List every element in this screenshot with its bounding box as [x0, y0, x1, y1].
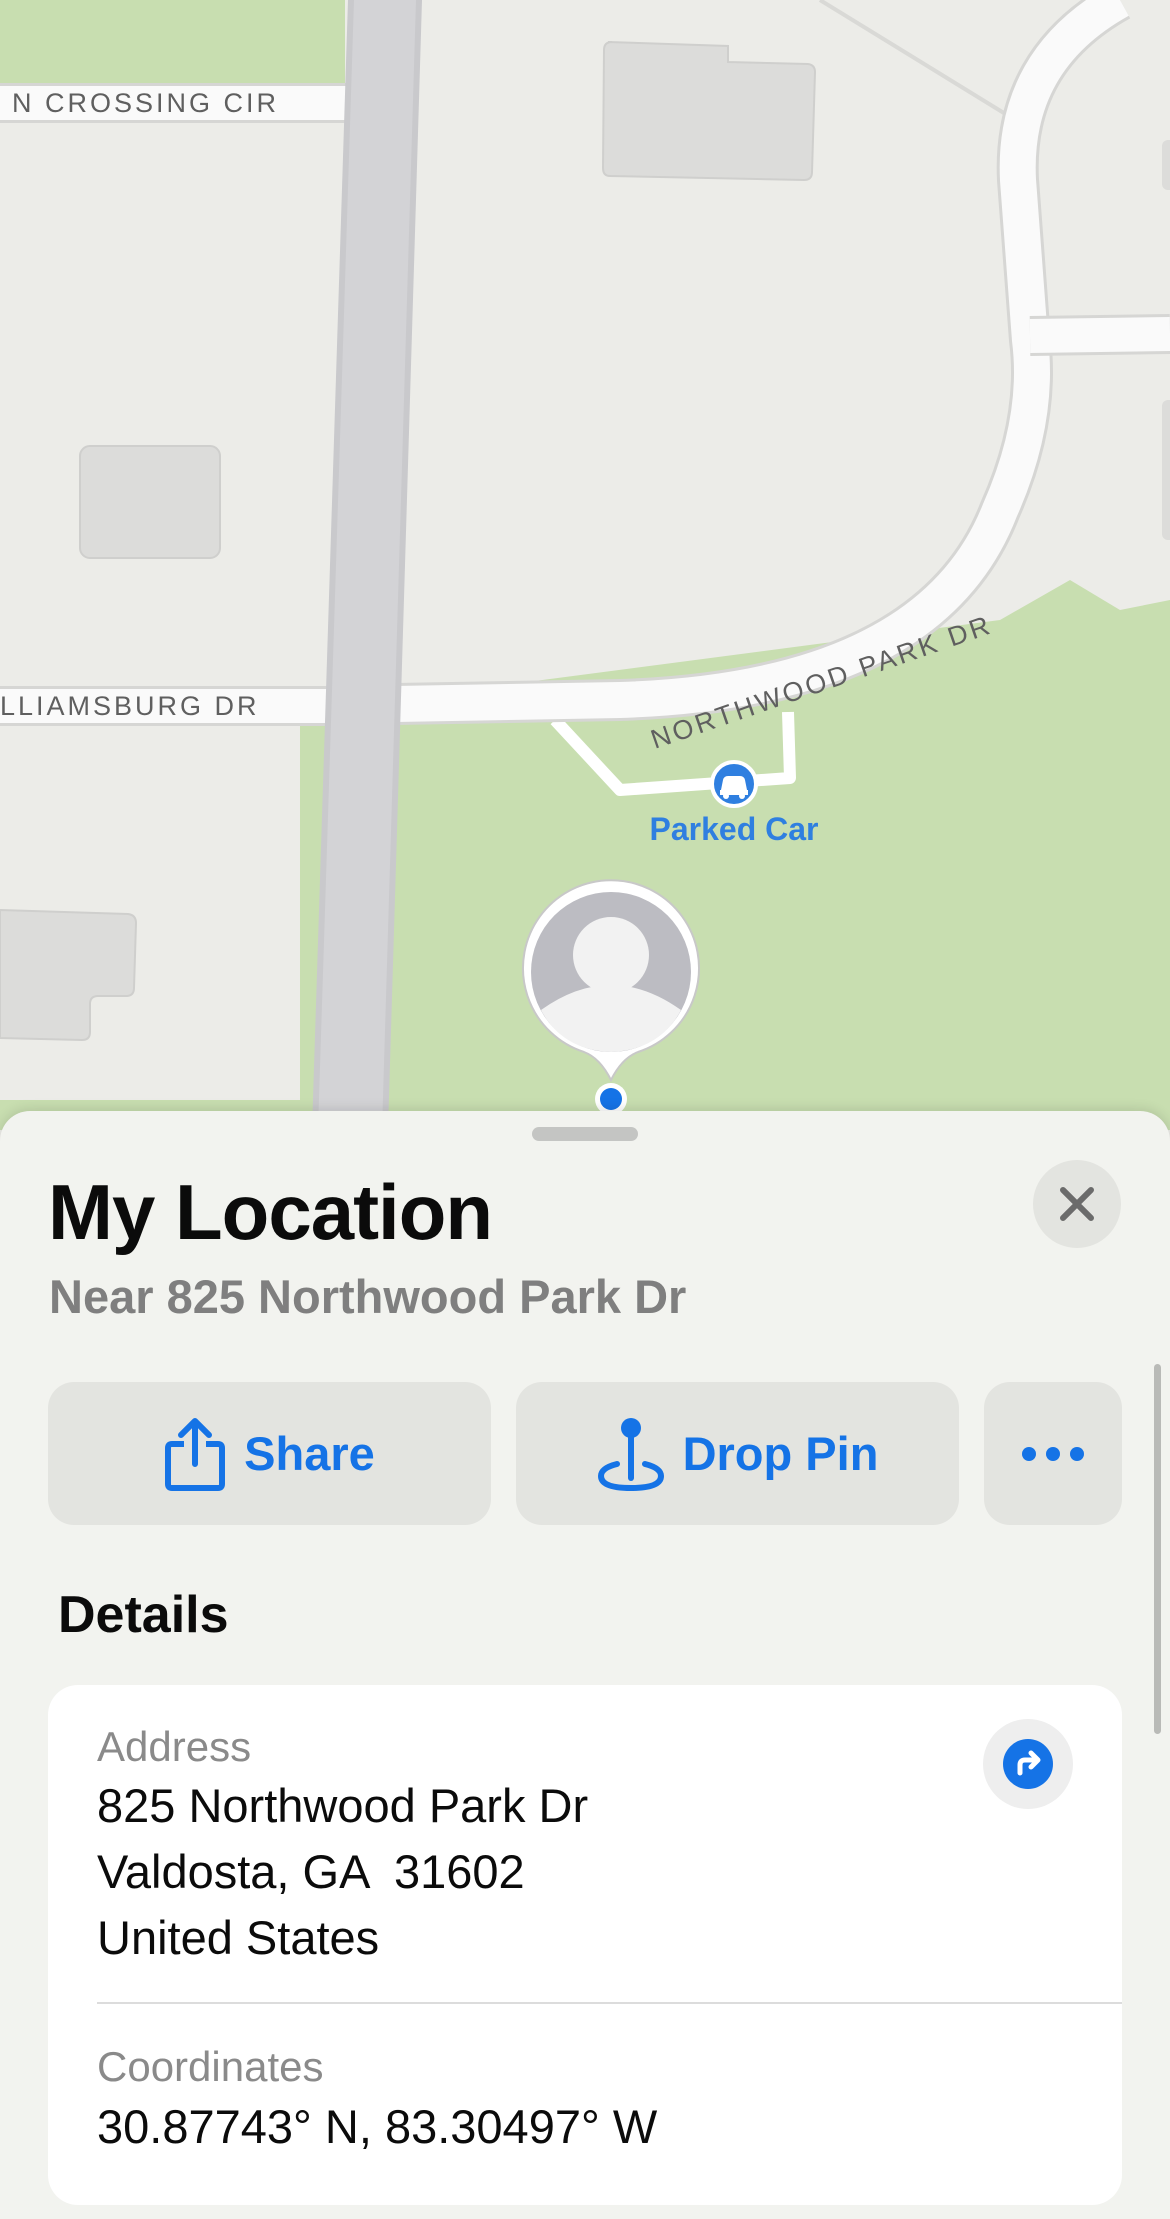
share-icon: [165, 1417, 226, 1491]
drop-pin-label: Drop Pin: [682, 1427, 879, 1480]
close-icon: [1060, 1187, 1094, 1221]
more-button[interactable]: [984, 1382, 1122, 1525]
share-label: Share: [244, 1427, 375, 1480]
details-heading: Details: [58, 1586, 229, 1644]
details-divider: [97, 2002, 1122, 2004]
address-line1[interactable]: 825 Northwood Park Dr: [97, 1778, 588, 1833]
building: [1162, 140, 1170, 190]
street-branch: [1029, 317, 1170, 353]
address-label: Address: [97, 1723, 252, 1770]
share-button[interactable]: Share: [48, 1382, 491, 1525]
sheet-grabber[interactable]: [532, 1127, 638, 1141]
scroll-indicator[interactable]: [1154, 1364, 1161, 1734]
coordinates-label: Coordinates: [97, 2043, 324, 2090]
close-button[interactable]: [1033, 1160, 1121, 1248]
park-area: [0, 0, 345, 95]
building: [601, 41, 817, 182]
ellipsis-icon: [1022, 1446, 1084, 1461]
street-label-crossing: N CROSSING CIR: [12, 88, 279, 118]
drop-pin-button[interactable]: Drop Pin: [516, 1382, 959, 1525]
building: [79, 445, 221, 559]
sheet-title: My Location: [48, 1168, 493, 1256]
building: [1162, 400, 1170, 540]
directions-button[interactable]: [983, 1719, 1073, 1809]
coordinates-value[interactable]: 30.87743° N, 83.30497° W: [97, 2099, 657, 2154]
pin-icon: [597, 1417, 664, 1491]
directions-icon: [1003, 1739, 1053, 1789]
address-line2[interactable]: Valdosta, GA 31602: [97, 1844, 525, 1899]
address-line3[interactable]: United States: [97, 1910, 379, 1965]
place-sheet: My Location Near 825 Northwood Park Dr S…: [0, 1111, 1170, 2219]
location-dot: [600, 1088, 622, 1110]
sheet-subtitle: Near 825 Northwood Park Dr: [49, 1270, 687, 1323]
map-view[interactable]: N CROSSING CIR LLIAMSBURG DR NORTHWOOD P…: [0, 0, 1170, 1130]
street-label-williamsburg: LLIAMSBURG DR: [0, 691, 260, 721]
details-card: Address 825 Northwood Park Dr Valdosta, …: [48, 1685, 1122, 2205]
parked-car-label: Parked Car: [650, 811, 819, 847]
